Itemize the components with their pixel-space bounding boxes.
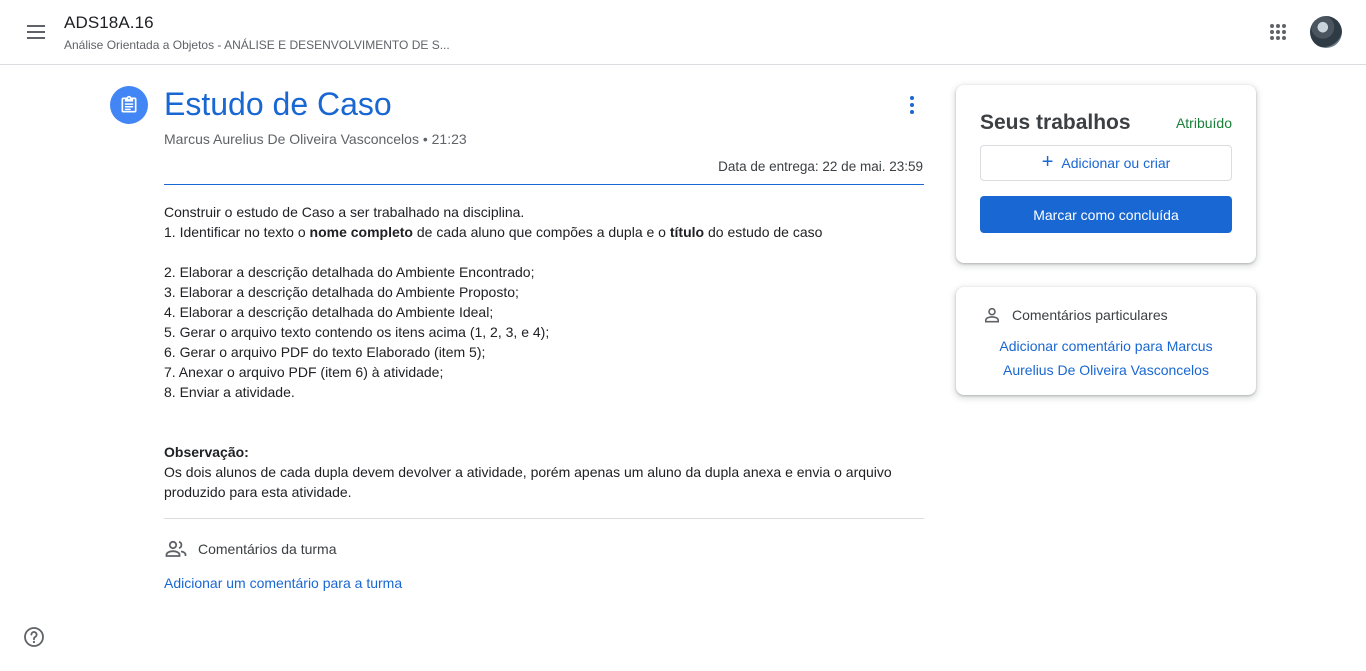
- instruction-line: 5. Gerar o arquivo texto contendo os ite…: [164, 324, 550, 340]
- assignment-icon: [110, 86, 148, 124]
- add-or-create-button[interactable]: + Adicionar ou criar: [980, 145, 1232, 181]
- add-class-comment-link[interactable]: Adicionar um comentário para a turma: [164, 575, 402, 591]
- instruction-line: 2. Elaborar a descrição detalhada do Amb…: [164, 264, 535, 280]
- instructions: Construir o estudo de Caso a ser trabalh…: [164, 202, 924, 502]
- instruction-line: 7. Anexar o arquivo PDF (item 6) à ativi…: [164, 364, 444, 380]
- private-comments-header: Comentários particulares: [982, 305, 1168, 325]
- instruction-line: 8. Enviar a atividade.: [164, 384, 295, 400]
- apps-icon[interactable]: [1262, 16, 1294, 48]
- comments-divider: [164, 518, 924, 519]
- person-icon: [984, 307, 1000, 323]
- private-comments-card: Comentários particulares Adicionar comen…: [956, 287, 1256, 395]
- status-badge: Atribuído: [1175, 115, 1232, 131]
- more-vert-icon[interactable]: [900, 93, 924, 117]
- note-text: Os dois alunos de cada dupla devem devol…: [164, 464, 892, 500]
- add-or-create-label: Adicionar ou criar: [1061, 155, 1171, 171]
- instruction-line: Construir o estudo de Caso a ser trabalh…: [164, 204, 525, 220]
- instruction-line: 3. Elaborar a descrição detalhada do Amb…: [164, 284, 519, 300]
- people-icon: [165, 540, 187, 557]
- avatar[interactable]: [1310, 16, 1342, 48]
- page-title: Estudo de Caso: [164, 86, 392, 122]
- menu-icon[interactable]: [20, 16, 52, 48]
- your-work-title: Seus trabalhos: [980, 111, 1131, 134]
- author-line: Marcus Aurelius De Oliveira Vasconcelos …: [164, 131, 467, 147]
- mark-as-done-button[interactable]: Marcar como concluída: [980, 196, 1232, 233]
- due-date: Data de entrega: 22 de mai. 23:59: [718, 159, 923, 174]
- title-divider: [164, 184, 924, 185]
- top-bar: ADS18A.16 Análise Orientada a Objetos - …: [0, 0, 1366, 65]
- instruction-line: 4. Elaborar a descrição detalhada do Amb…: [164, 304, 494, 320]
- private-comments-label: Comentários particulares: [1012, 307, 1168, 323]
- your-work-card: Seus trabalhos Atribuído + Adicionar ou …: [956, 85, 1256, 263]
- class-name[interactable]: ADS18A.16: [64, 13, 154, 33]
- add-icon: +: [1041, 151, 1054, 173]
- class-subtitle: Análise Orientada a Objetos - ANÁLISE E …: [64, 38, 450, 52]
- add-private-comment-link[interactable]: Adicionar comentário para Marcus Aureliu…: [980, 334, 1232, 382]
- help-icon[interactable]: [22, 625, 46, 649]
- note-label: Observação:: [164, 444, 249, 460]
- instruction-line: 6. Gerar o arquivo PDF do texto Elaborad…: [164, 344, 486, 360]
- class-comments-label: Comentários da turma: [198, 541, 337, 557]
- instruction-line: 1. Identificar no texto o nome completo …: [164, 224, 823, 240]
- class-comments-header: Comentários da turma: [164, 537, 337, 561]
